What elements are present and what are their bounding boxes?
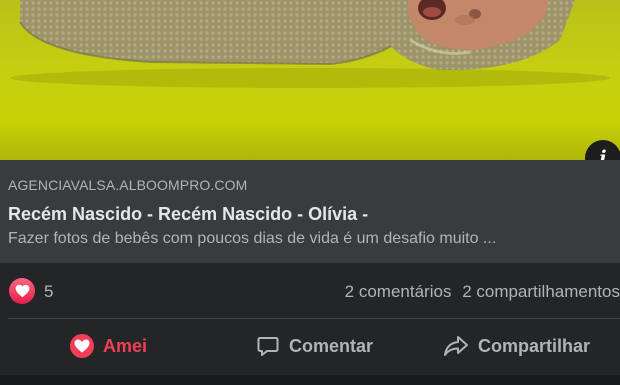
share-label: Compartilhar bbox=[478, 335, 591, 356]
link-preview[interactable]: AGENCIAVALSA.ALBOOMPRO.COM Recém Nascido… bbox=[0, 160, 620, 263]
post-actions: Amei Comentar Compartilhar bbox=[0, 319, 620, 375]
reaction-count[interactable]: 5 bbox=[44, 282, 53, 302]
newborn-photo-illustration bbox=[10, 0, 610, 88]
post-photo[interactable]: i bbox=[0, 0, 620, 160]
share-count[interactable]: 2 compartilhamentos bbox=[462, 282, 620, 301]
next-section-edge bbox=[0, 375, 620, 385]
link-description: Fazer fotos de bebês com poucos dias de … bbox=[8, 230, 497, 247]
engagement-counts: 2 comentários 2 compartilhamentos bbox=[345, 282, 620, 302]
link-domain: AGENCIAVALSA.ALBOOMPRO.COM bbox=[8, 177, 248, 193]
comment-count[interactable]: 2 comentários bbox=[345, 282, 452, 301]
love-reaction-icon[interactable] bbox=[9, 278, 35, 304]
share-icon bbox=[443, 334, 469, 358]
link-title[interactable]: Recém Nascido - Recém Nascido - Olívia - bbox=[8, 204, 620, 225]
love-button[interactable]: Amei bbox=[70, 331, 147, 361]
comment-icon bbox=[256, 334, 280, 358]
comment-button[interactable]: Comentar bbox=[256, 331, 373, 361]
share-button[interactable]: Compartilhar bbox=[443, 331, 590, 361]
post-stats: 5 2 comentários 2 compartilhamentos bbox=[0, 263, 620, 319]
comment-label: Comentar bbox=[289, 335, 374, 356]
love-reaction-icon bbox=[70, 334, 94, 358]
love-label: Amei bbox=[103, 335, 148, 356]
